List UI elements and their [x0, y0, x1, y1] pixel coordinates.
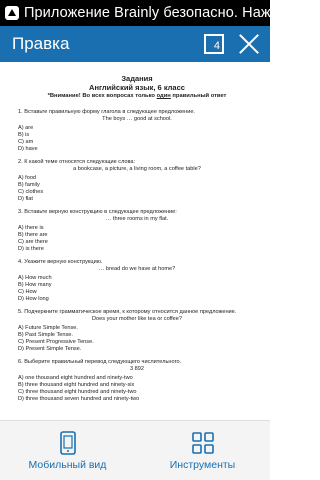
answer-option: C) three thousand eight hundred and nine… — [18, 389, 137, 395]
answer-options: A) food B) family C) clothes D) flat — [18, 175, 256, 203]
document-title: Задания — [121, 74, 153, 83]
notification-text[interactable]: Приложение Brainly безопасно. Нажмите, — [24, 5, 270, 21]
warning-suffix: правильный ответ — [170, 93, 227, 99]
question-5: 5. Подчеркните грамматическое время, к к… — [18, 309, 256, 353]
answer-option: D) How long — [18, 296, 49, 302]
answer-option: A) Future Simple Tense. — [18, 325, 78, 331]
answer-option: C) Present Progressive Tense. — [18, 339, 94, 345]
answer-option: A) are — [18, 125, 34, 131]
question-3: 3. Вставьте верную конструкцию в следующ… — [18, 209, 256, 253]
document-subtitle: Английский язык, 6 класс — [89, 83, 185, 92]
close-icon[interactable] — [238, 33, 260, 55]
toolbar-title: Правка — [12, 34, 70, 53]
answer-options: A) Future Simple Tense. B) Past Simple Te… — [18, 325, 256, 353]
question-text: 5. Подчеркните грамматическое время, к к… — [18, 309, 237, 315]
bottom-toolbar: Мобильный вид Инструменты — [0, 420, 270, 480]
question-text: 3. Вставьте верную конструкцию в следующ… — [18, 209, 177, 215]
answer-option: B) three thousand eight hundred and nine… — [18, 382, 135, 388]
answer-option: B) family — [18, 182, 40, 188]
answer-options: A) one thousand eight hundred and ninety… — [18, 375, 256, 403]
answer-option: C) are there — [18, 239, 48, 245]
question-sentence: a bookcase, a picture, a living room, a … — [73, 166, 201, 172]
answer-option: D) have — [18, 146, 38, 152]
tabs-count: 4 — [213, 40, 220, 52]
mobile-view-button[interactable]: Мобильный вид — [0, 421, 135, 480]
tools-label: Инструменты — [169, 458, 236, 471]
answer-option: A) one thousand eight hundred and ninety… — [18, 375, 133, 381]
answer-option: D) flat — [18, 196, 33, 202]
answer-option: C) am — [18, 139, 34, 145]
question-sentence: 3 892 — [130, 366, 144, 372]
question-text: 4. Укажите верную конструкцию. — [18, 259, 103, 265]
tools-button[interactable]: Инструменты — [135, 421, 270, 480]
question-1: 1. Вставьте правильную форму глагола в с… — [18, 109, 256, 153]
answer-options: A) are B) is C) am D) have — [18, 125, 256, 153]
toolbar: Правка 4 — [0, 26, 270, 62]
answer-option: D) three thousand seven hundred and nine… — [18, 396, 140, 402]
answer-options: A) How much B) How many C) How D) How long — [18, 275, 256, 303]
question-text: 2. К какой теме относятся следующие слов… — [18, 159, 136, 165]
answer-option: A) How much — [18, 275, 52, 281]
question-sentence: Does your mother like tea or coffee? — [91, 316, 183, 322]
answer-option: B) Past Simple Tense. — [18, 332, 73, 338]
brainly-icon — [5, 6, 19, 20]
status-bar: Приложение Brainly безопасно. Нажмите, — [0, 0, 270, 26]
warning-prefix: *Внимание! Во всех вопросах только — [47, 93, 157, 99]
question-2: 2. К какой теме относятся следующие слов… — [18, 159, 256, 203]
answer-option: B) is — [18, 132, 30, 138]
document-warning: *Внимание! Во всех вопросах только один … — [18, 92, 256, 100]
answer-option: A) there is — [18, 225, 44, 231]
answer-option: B) How many — [18, 282, 52, 288]
tabs-button[interactable]: 4 — [204, 34, 224, 54]
question-sentence: … bread do we have at home? — [98, 266, 176, 272]
question-sentence: … three rooms in my flat. — [105, 216, 169, 222]
question-text: 1. Вставьте правильную форму глагола в с… — [18, 109, 195, 115]
answer-option: C) How — [18, 289, 37, 295]
question-text: 6. Выберите правильный перевод следующег… — [18, 359, 182, 365]
tools-grid-icon — [191, 431, 214, 454]
answer-option: B) there are — [18, 232, 48, 238]
questions-list: 1. Вставьте правильную форму глагола в с… — [18, 109, 256, 403]
answer-option: D) is there — [18, 246, 44, 252]
answer-options: A) there is B) there are C) are there D) is… — [18, 225, 256, 253]
mobile-view-label: Мобильный вид — [28, 458, 107, 471]
question-4: 4. Укажите верную конструкцию.… bread do… — [18, 259, 256, 303]
warning-underlined: один — [156, 93, 171, 99]
document-page[interactable]: Задания Английский язык, 6 класс *Вниман… — [0, 62, 270, 420]
mobile-view-icon — [59, 430, 76, 455]
answer-option: D) Present Simple Tense. — [18, 346, 82, 352]
answer-option: C) clothes — [18, 189, 44, 195]
question-sentence: The boys … good at school. — [102, 116, 172, 122]
question-6: 6. Выберите правильный перевод следующег… — [18, 359, 256, 403]
answer-option: A) food — [18, 175, 37, 181]
